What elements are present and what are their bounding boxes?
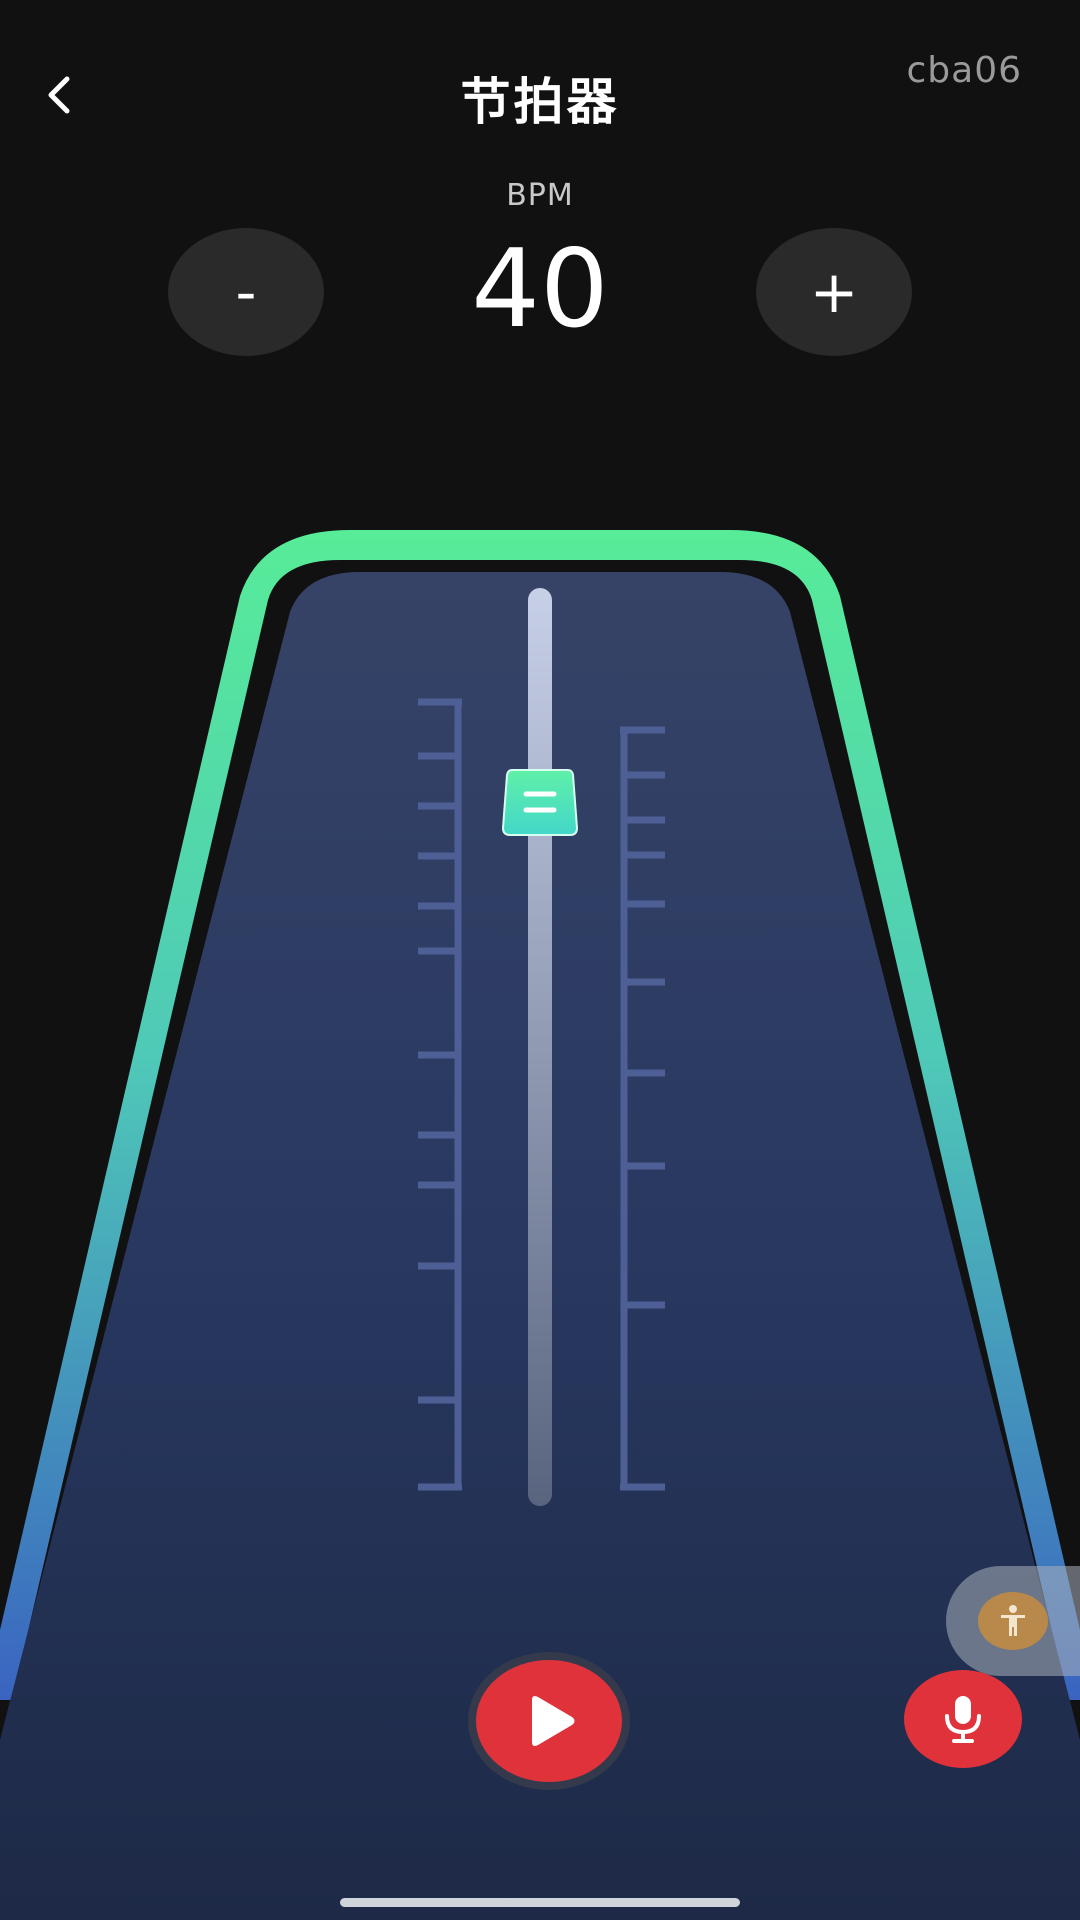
metronome-screen: 节拍器 cba06 BPM - 40 +	[0, 0, 1080, 1920]
increase-bpm-label: +	[809, 258, 859, 326]
microphone-icon	[945, 1696, 981, 1743]
bpm-value: 40	[471, 227, 609, 352]
pendulum-rod	[528, 588, 552, 1506]
pendulum-weight	[501, 769, 579, 836]
bpm-label: BPM	[506, 178, 574, 213]
accessibility-float-button[interactable]	[946, 1566, 1080, 1676]
microphone-button[interactable]	[904, 1670, 1022, 1768]
accessibility-icon	[978, 1592, 1048, 1650]
corner-tag: cba06	[906, 50, 1022, 91]
play-button[interactable]	[468, 1652, 630, 1790]
home-indicator[interactable]	[340, 1898, 740, 1907]
increase-bpm-button[interactable]: +	[756, 228, 912, 356]
play-icon	[532, 1696, 575, 1746]
